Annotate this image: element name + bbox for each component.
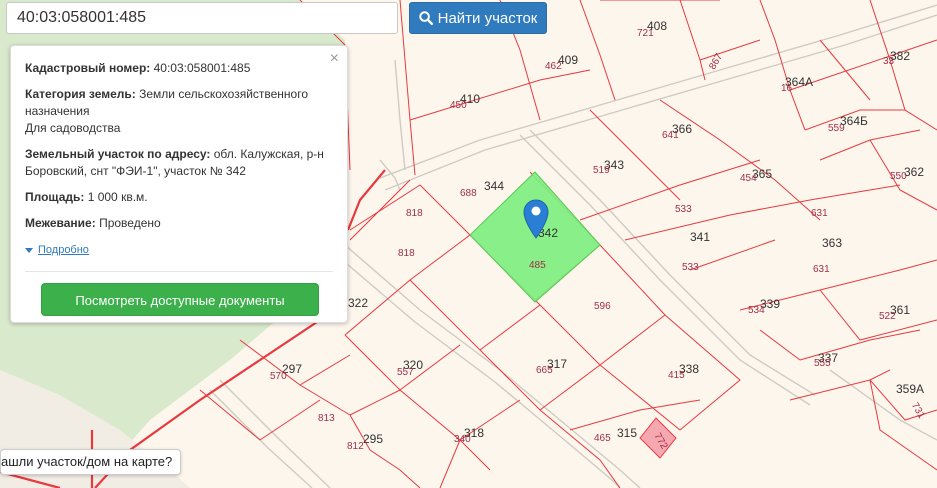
parcel-area-362: 550 bbox=[890, 171, 907, 182]
survey-row: Межевание: Проведено bbox=[25, 215, 333, 232]
view-documents-button[interactable]: Посмотреть доступные документы bbox=[41, 283, 319, 316]
parcel-area-361: 522 bbox=[879, 311, 896, 322]
parcel-area-320: 557 bbox=[397, 367, 414, 378]
parcel-area-344: 688 bbox=[460, 188, 477, 199]
parcel-number-363: 363 bbox=[822, 236, 842, 250]
search-button-label: Найти участок bbox=[437, 9, 538, 27]
parcel-info-panel: × Кадастровый номер: 40:03:058001:485 Ка… bbox=[10, 45, 348, 323]
area-label-818a: 818 bbox=[406, 208, 423, 219]
parcel-area-318: 340 bbox=[454, 434, 471, 445]
parcel-area-337: 555 bbox=[814, 358, 831, 369]
search-icon bbox=[418, 11, 433, 25]
parcel-area-382: 33 bbox=[883, 56, 895, 67]
parcel-area-295: 812 bbox=[347, 441, 364, 452]
cadastral-number-label: Кадастровый номер: bbox=[25, 61, 151, 75]
area-label-813: 813 bbox=[318, 413, 335, 424]
search-input[interactable] bbox=[6, 2, 398, 34]
address-row: Земельный участок по адресу: обл. Калужс… bbox=[25, 146, 333, 180]
parcel-area-365: 454 bbox=[740, 173, 757, 184]
help-button[interactable]: ашли участок/дом на карте? bbox=[0, 449, 182, 475]
area-label-596: 596 bbox=[594, 301, 611, 312]
panel-divider bbox=[25, 271, 333, 272]
parcel-area-341: 533 bbox=[682, 262, 699, 273]
parcel-area-343: 519 bbox=[593, 165, 610, 176]
parcel-area-317: 665 bbox=[536, 365, 553, 376]
parcel-area-297: 570 bbox=[270, 371, 287, 382]
area-value: 1 000 кв.м. bbox=[87, 190, 148, 204]
cadastral-number-value: 40:03:058001:485 bbox=[153, 61, 251, 75]
details-link[interactable]: Подробно bbox=[25, 242, 89, 259]
area-row: Площадь: 1 000 кв.м. bbox=[25, 189, 333, 206]
area-label: Площадь: bbox=[25, 190, 85, 204]
parcel-number-359a: 359А bbox=[896, 382, 924, 396]
parcel-number-315: 315 bbox=[617, 426, 637, 440]
land-usage-value: Для садоводства bbox=[25, 121, 121, 135]
area-label-631: 631 bbox=[811, 208, 828, 219]
parcel-number-362: 362 bbox=[904, 165, 924, 179]
details-link-label: Подробно bbox=[38, 244, 89, 256]
parcel-number-295: 295 bbox=[363, 432, 383, 446]
land-category-row: Категория земель: Земли сельскохозяйстве… bbox=[25, 86, 333, 137]
parcel-area-315: 465 bbox=[594, 433, 611, 444]
address-label: Земельный участок по адресу: bbox=[25, 147, 211, 161]
parcel-number-341: 341 bbox=[690, 230, 710, 244]
area-label-533: 533 bbox=[675, 204, 692, 215]
close-icon[interactable]: × bbox=[330, 51, 339, 67]
search-button[interactable]: Найти участок bbox=[409, 2, 547, 34]
survey-value: Проведено bbox=[99, 216, 161, 230]
parcel-number-344: 344 bbox=[484, 179, 504, 193]
parcel-number-322: 322 bbox=[348, 296, 368, 310]
parcel-area-410: 450 bbox=[450, 100, 467, 111]
parcel-area-338: 415 bbox=[668, 370, 685, 381]
survey-label: Межевание: bbox=[25, 216, 96, 230]
parcel-area-408: 721 bbox=[637, 28, 654, 39]
cadastral-number-row: Кадастровый номер: 40:03:058001:485 bbox=[25, 60, 333, 77]
caret-down-icon bbox=[25, 248, 33, 253]
parcel-area-366: 641 bbox=[662, 130, 679, 141]
area-label-818b: 818 bbox=[398, 248, 415, 259]
parcel-area-409: 462 bbox=[545, 61, 562, 72]
parcel-area-364b: 559 bbox=[828, 123, 845, 134]
parcel-area-342: 485 bbox=[529, 260, 546, 271]
parcel-area-339: 534 bbox=[748, 305, 765, 316]
parcel-area-363: 631 bbox=[813, 264, 830, 275]
land-category-label: Категория земель: bbox=[25, 87, 136, 101]
parcel-area-364a: 16 bbox=[781, 83, 793, 94]
